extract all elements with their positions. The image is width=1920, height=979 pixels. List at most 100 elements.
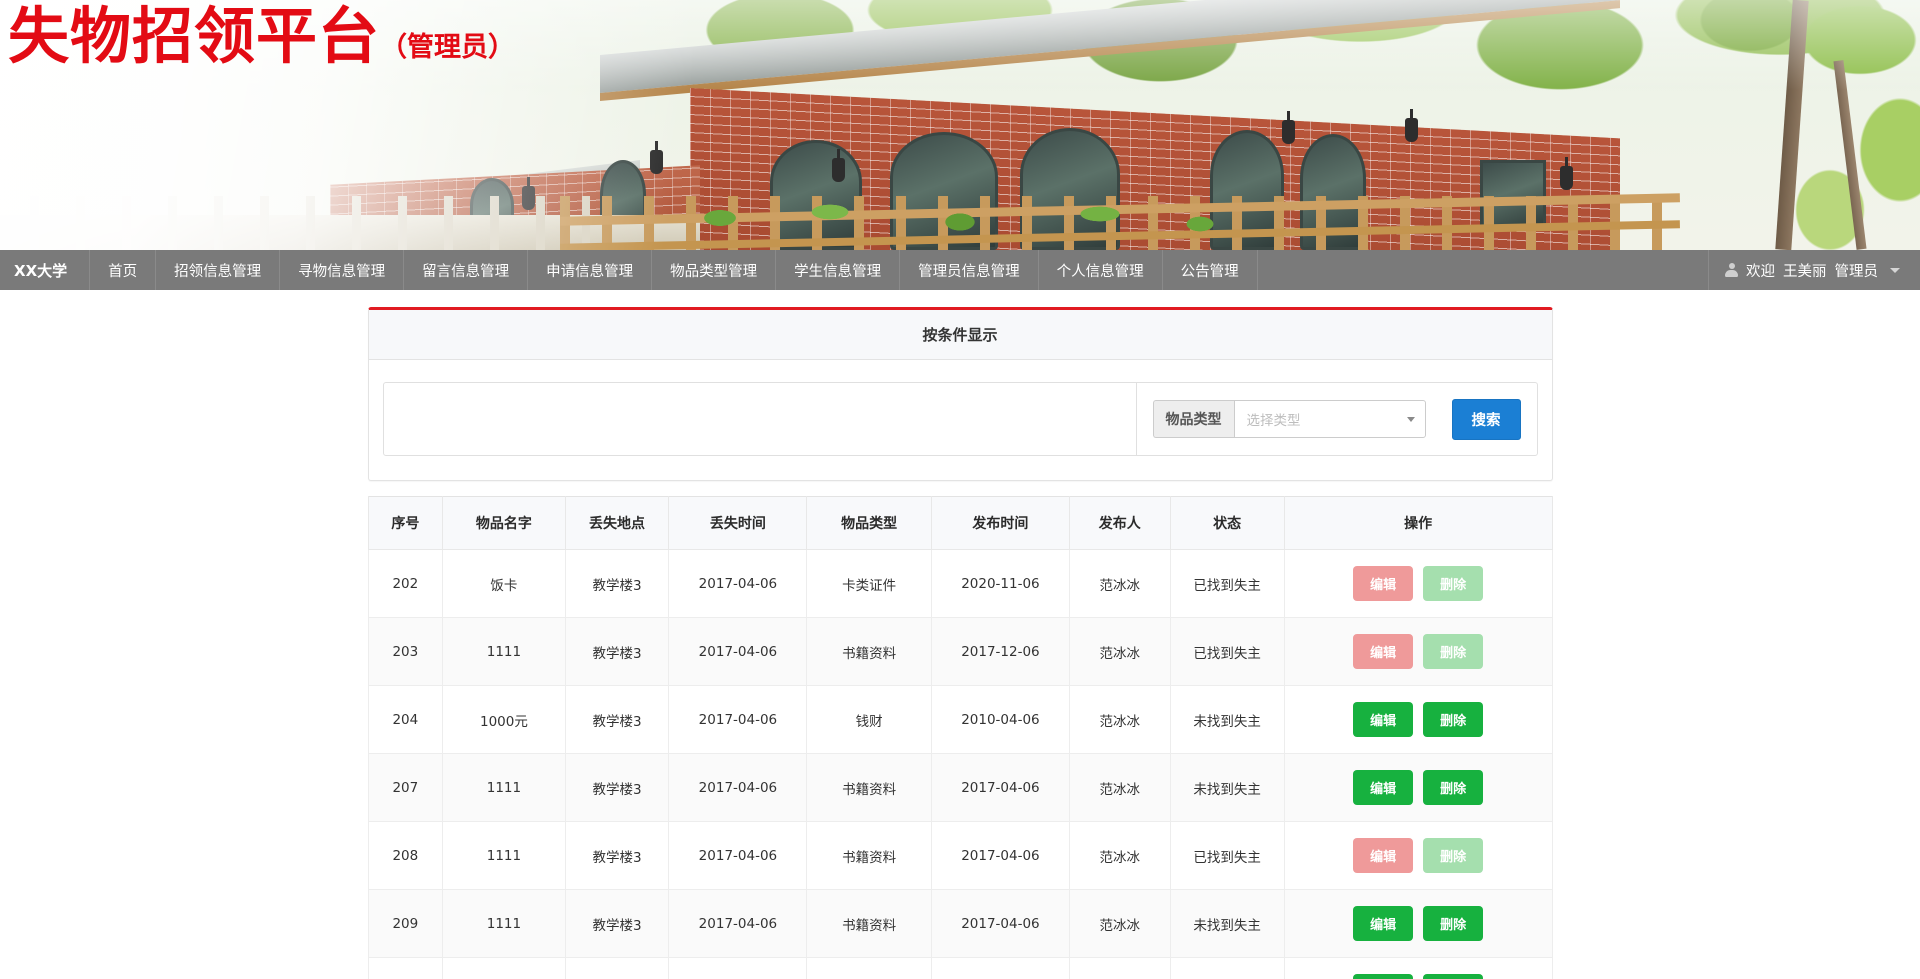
row-item-type: 书籍资料: [806, 617, 932, 686]
row-publish-time: 2020-11-06: [930, 549, 1070, 618]
row-lost-time: 2017-04-06: [668, 957, 808, 979]
delete-button[interactable]: 删除: [1423, 702, 1484, 737]
row-publisher: 范冰冰: [1068, 753, 1171, 822]
row-item-type: 书籍资料: [806, 957, 932, 979]
table-row: 204 1000元 教学楼3 2017-04-06 钱财 2010-04-06 范冰冰 未找到…: [367, 685, 1553, 754]
user-menu[interactable]: 欢迎 王美丽 管理员: [1708, 250, 1920, 290]
item-type-select[interactable]: 选择类型: [1233, 400, 1426, 438]
row-publisher: 范冰冰: [1068, 549, 1171, 618]
page-content: 按条件显示 物品类型 选择类型 搜索 序号 物品名字 丢失地点 丢失时间 物品类…: [0, 290, 1920, 979]
row-lost-place: 教学楼3: [564, 821, 670, 890]
nav-item-application-info[interactable]: 申请信息管理: [528, 250, 653, 290]
row-publisher: 范冰冰: [1068, 889, 1171, 958]
edit-button[interactable]: 编辑: [1353, 702, 1414, 737]
nav-item-label: 寻物信息管理: [298, 263, 386, 280]
filter-panel: 按条件显示 物品类型 选择类型 搜索: [367, 307, 1553, 481]
filter-panel-body: 物品类型 选择类型 搜索: [369, 360, 1552, 480]
delete-button[interactable]: 删除: [1423, 770, 1484, 805]
user-role: 管理员: [1834, 263, 1879, 280]
items-table: 序号 物品名字 丢失地点 丢失时间 物品类型 发布时间 发布人 状态 操作 20…: [367, 496, 1553, 979]
nav-item-label: 公告管理: [1180, 263, 1239, 280]
delete-button: 删除: [1423, 566, 1484, 601]
search-button[interactable]: 搜索: [1451, 398, 1521, 440]
row-item-type: 钱财: [806, 685, 932, 754]
item-type-label: 物品类型: [1152, 400, 1234, 438]
edit-button: 编辑: [1353, 566, 1414, 601]
row-item-name: 1000元: [442, 685, 566, 754]
chevron-down-icon: [1406, 417, 1415, 422]
row-operations: 编辑删除: [1283, 549, 1553, 618]
row-index: 207: [367, 753, 444, 822]
delete-button: 删除: [1423, 838, 1484, 873]
search-left-space: [384, 383, 1137, 455]
row-item-name: 1111: [442, 821, 566, 890]
row-index: 210: [367, 957, 444, 979]
table-header-row: 序号 物品名字 丢失地点 丢失时间 物品类型 发布时间 发布人 状态 操作: [367, 496, 1553, 550]
edit-button[interactable]: 编辑: [1353, 906, 1414, 941]
row-operations: 编辑删除: [1283, 889, 1553, 958]
row-item-name: 1111: [442, 617, 566, 686]
table-row: 208 1111 教学楼3 2017-04-06 书籍资料 2017-04-06 范冰冰 已找…: [367, 821, 1553, 890]
row-operations: 编辑删除: [1283, 821, 1553, 890]
delete-button[interactable]: 删除: [1423, 906, 1484, 941]
nav-brand-university[interactable]: XX大学: [0, 250, 91, 290]
header-publish-time: 发布时间: [930, 496, 1070, 550]
edit-button[interactable]: 编辑: [1353, 770, 1414, 805]
row-item-type: 书籍资料: [806, 753, 932, 822]
edit-button[interactable]: 编辑: [1353, 974, 1414, 979]
nav-item-label: 招领信息管理: [174, 263, 262, 280]
item-type-group: 物品类型 选择类型: [1152, 400, 1426, 438]
row-lost-time: 2017-04-06: [668, 753, 808, 822]
table-row: 2101111教学楼32017-04-06书籍资料2017-04-06范冰冰未找…: [367, 957, 1553, 979]
items-table-body: 202 饭卡 教学楼3 2017-04-06 卡类证件 2020-11-06 范冰冰 已找到失…: [367, 549, 1553, 979]
nav-item-item-type[interactable]: 物品类型管理: [652, 250, 777, 290]
item-type-select-placeholder: 选择类型: [1246, 413, 1301, 429]
header-index: 序号: [367, 496, 444, 550]
header-operations: 操作: [1283, 496, 1553, 550]
nav-item-found-info[interactable]: 招领信息管理: [156, 250, 281, 290]
row-lost-time: 2017-04-06: [668, 549, 808, 618]
operation-buttons: 编辑删除: [1289, 838, 1548, 873]
user-icon: [1725, 263, 1738, 277]
wall-lamp: [832, 149, 845, 182]
nav-item-announcement[interactable]: 公告管理: [1163, 250, 1258, 290]
row-publish-time: 2017-04-06: [930, 821, 1070, 890]
nav-item-lost-info[interactable]: 寻物信息管理: [280, 250, 405, 290]
delete-button: 删除: [1423, 634, 1484, 669]
operation-buttons: 编辑删除: [1289, 906, 1548, 941]
row-lost-time: 2017-04-06: [668, 821, 808, 890]
row-lost-place: 教学楼3: [564, 549, 670, 618]
row-operations: 编辑删除: [1283, 685, 1553, 754]
nav-item-personal-info[interactable]: 个人信息管理: [1039, 250, 1163, 290]
row-item-type: 卡类证件: [806, 549, 932, 618]
row-lost-place: 教学楼3: [564, 889, 670, 958]
row-publisher: 范冰冰: [1068, 957, 1171, 979]
filter-panel-heading: 按条件显示: [368, 310, 1552, 360]
row-lost-place: 教学楼3: [564, 685, 670, 754]
delete-button[interactable]: 删除: [1423, 974, 1484, 979]
chevron-down-icon: [1890, 267, 1900, 273]
row-publisher: 范冰冰: [1068, 685, 1171, 754]
row-item-type: 书籍资料: [806, 821, 932, 890]
nav-item-student-info[interactable]: 学生信息管理: [776, 250, 901, 290]
row-publish-time: 2017-04-06: [930, 753, 1070, 822]
row-status: 已找到失主: [1169, 821, 1285, 890]
row-item-name: 1111: [442, 889, 566, 958]
table-row: 209 1111 教学楼3 2017-04-06 书籍资料 2017-04-06 范冰冰 未找…: [367, 889, 1553, 958]
site-title-role: （管理员）: [380, 32, 516, 63]
row-operations: 编辑 删除: [1283, 957, 1553, 979]
header-lost-place: 丢失地点: [564, 496, 670, 550]
user-name: 王美丽: [1783, 263, 1827, 280]
nav-item-admin-info[interactable]: 管理员信息管理: [900, 250, 1039, 290]
nav-item-home[interactable]: 首页: [90, 250, 157, 290]
row-status: 未找到失主: [1169, 889, 1285, 958]
row-status: 未找到失主: [1169, 753, 1285, 822]
row-publish-time: 2017-04-06: [930, 957, 1070, 979]
nav-item-label: 申请信息管理: [546, 263, 634, 280]
shrubbery: [680, 198, 1240, 240]
nav-item-message-info[interactable]: 留言信息管理: [404, 250, 529, 290]
row-operations: 编辑删除: [1283, 753, 1553, 822]
site-title: 失物招领平台 （管理员）: [8, 6, 515, 67]
operation-buttons: 编辑删除: [1289, 702, 1548, 737]
table-row: 207 1111 教学楼3 2017-04-06 书籍资料 2017-04-06 范冰冰 未找…: [367, 753, 1553, 822]
